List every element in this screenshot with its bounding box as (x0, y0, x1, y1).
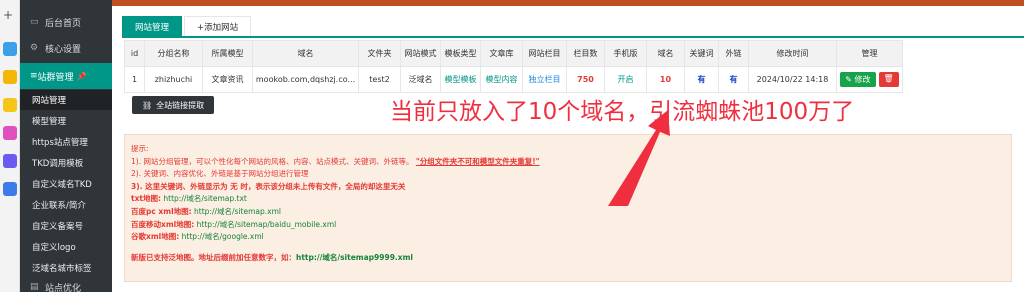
annotation-text: 当前只放入了10个域名，引流蜘蛛池100万了 (390, 99, 855, 125)
annotation-arrow (608, 110, 670, 206)
